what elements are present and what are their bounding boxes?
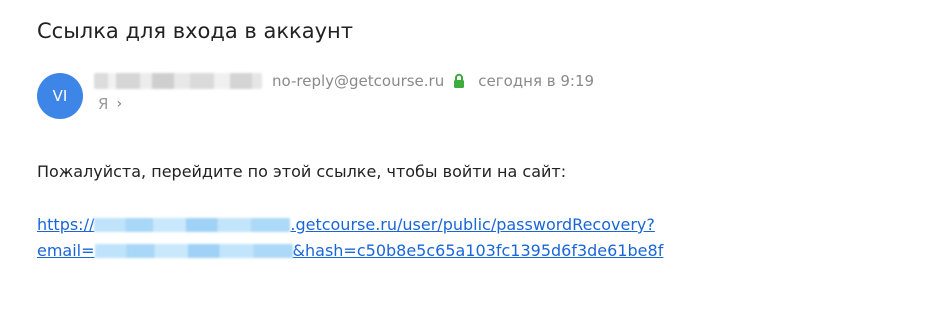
sender-avatar[interactable]: VI — [37, 73, 83, 119]
email-body-text: Пожалуйста, перейдите по этой ссылке, чт… — [37, 162, 567, 181]
link-line2-prefix: email= — [37, 241, 95, 260]
link-line1-prefix: https:// — [37, 215, 95, 234]
password-recovery-link[interactable]: https:// .getcourse.ru/user/public/passwo… — [37, 215, 663, 260]
recipient-label[interactable]: Я — [98, 95, 108, 113]
message-timestamp: сегодня в 9:19 — [478, 72, 595, 90]
recovery-link-block: https:// .getcourse.ru/user/public/passwo… — [37, 212, 663, 264]
redacted-domain — [94, 218, 291, 232]
link-line2-suffix: &hash=c50b8e5c65a103fc1395d6f3de61be8f — [292, 241, 664, 260]
sender-name-redacted[interactable] — [94, 73, 262, 89]
chevron-right-icon[interactable]: › — [116, 96, 122, 112]
link-line1-suffix: .getcourse.ru/user/public/passwordRecove… — [290, 215, 655, 234]
lock-icon — [452, 73, 466, 89]
sender-row: no-reply@getcourse.ru сегодня в 9:19 — [94, 71, 594, 91]
redacted-email — [94, 244, 293, 258]
sender-email[interactable]: no-reply@getcourse.ru — [272, 72, 444, 90]
email-subject: Ссылка для входа в аккаунт — [37, 19, 353, 43]
recipient-row[interactable]: Я › — [98, 95, 122, 113]
